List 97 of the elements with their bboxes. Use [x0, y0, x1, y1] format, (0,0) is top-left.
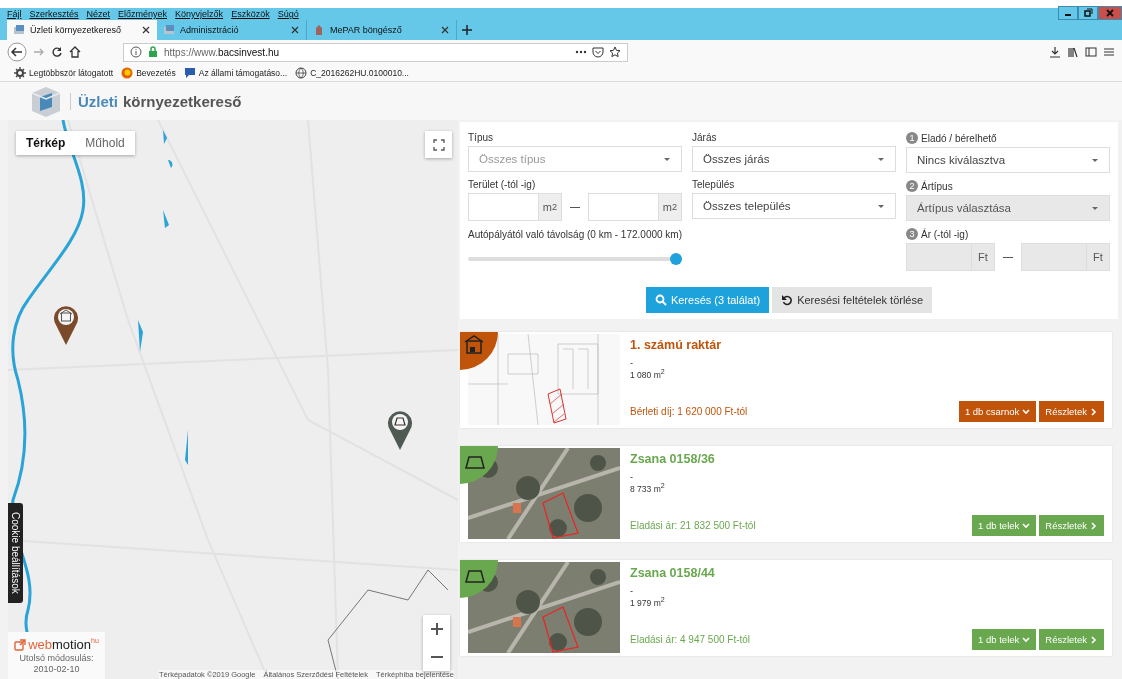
result-price: Eladási ár: 21 832 500 Ft-tól	[630, 520, 757, 531]
chevron-down-icon	[1022, 521, 1031, 530]
chat-icon	[183, 66, 196, 79]
bookmark-link[interactable]: Legtöbbször látogatott	[14, 66, 114, 79]
step-number: 1	[906, 132, 918, 144]
field-label: Település	[692, 179, 735, 190]
search-icon	[654, 294, 667, 306]
brand-logo[interactable]: webmotion$^{hu}$	[28, 637, 99, 652]
site-title: Üzleti	[78, 92, 118, 110]
menu-item[interactable]: Fájl	[7, 9, 22, 19]
map-type-tab[interactable]: Műhold	[75, 131, 135, 155]
gear-icon	[14, 66, 26, 79]
chevron-right-icon	[1090, 521, 1098, 530]
map-type-tab[interactable]: Térkép	[16, 131, 76, 155]
library-icon[interactable]	[1067, 46, 1079, 58]
cube-icon	[163, 24, 175, 36]
result-price: Bérleti díj: 1 620 000 Ft-tól	[630, 406, 749, 417]
result-area: 1 979 m$^{2}$	[630, 596, 1104, 608]
chevron-down-icon	[1022, 635, 1031, 644]
caret-icon	[877, 202, 885, 210]
building-icon	[313, 24, 325, 36]
menu-item[interactable]: Előzmények	[118, 9, 168, 19]
undo-icon	[781, 294, 794, 306]
details-button[interactable]: Részletek	[1039, 401, 1104, 422]
fullscreen-button[interactable]	[425, 131, 452, 158]
restore-button[interactable]	[1078, 6, 1098, 20]
info-icon[interactable]	[130, 46, 142, 58]
close-icon[interactable]	[440, 25, 450, 35]
caret-icon	[877, 155, 885, 163]
reset-button[interactable]: Keresési feltételek törlése	[772, 287, 933, 313]
select-field[interactable]: Összes település	[692, 193, 896, 219]
site-title: környezetkereső	[123, 92, 242, 110]
units-dropdown-button[interactable]: 1 db csarnok	[958, 401, 1037, 422]
slider-track[interactable]	[468, 253, 682, 265]
menu-item[interactable]: Szerkesztés	[29, 9, 79, 19]
map-pin-icon[interactable]	[386, 410, 414, 450]
result-area: 1 080 m$^{2}$	[630, 368, 1104, 380]
chevron-down-icon	[1022, 407, 1031, 416]
home-icon[interactable]	[69, 46, 81, 58]
sidebar-icon[interactable]	[1085, 46, 1097, 58]
caret-icon	[1091, 204, 1099, 212]
field-label: Terület (-tól -ig)	[468, 179, 536, 190]
zoom-out-button[interactable]	[423, 643, 450, 671]
result-price: Eladási ár: 4 947 500 Ft-tól	[630, 634, 752, 645]
chevron-right-icon	[1090, 407, 1098, 416]
minimize-button[interactable]	[1058, 6, 1078, 20]
cookie-settings-tab[interactable]: Cookie beállítások	[8, 503, 23, 603]
select-field[interactable]: Összes járás	[692, 146, 896, 172]
slider-thumb[interactable]	[670, 253, 682, 265]
download-icon[interactable]	[1049, 46, 1061, 58]
result-area: 8 733 m$^{2}$	[630, 482, 1104, 494]
close-icon[interactable]	[141, 25, 151, 35]
field-label: Járás	[692, 132, 717, 143]
bookmark-link[interactable]: Bevezetés	[121, 66, 176, 79]
field-label: Ár (-tól -ig)	[921, 228, 969, 240]
plus-icon[interactable]	[461, 24, 473, 36]
bookmark-link[interactable]: Az állami támogatáso...	[183, 66, 288, 79]
close-button[interactable]	[1098, 6, 1122, 20]
caret-icon	[1091, 156, 1099, 164]
field-label: Ártípus	[921, 180, 953, 192]
bookmark-link[interactable]: C_2016262HU.0100010...	[295, 66, 409, 79]
step-number: 3	[906, 228, 918, 240]
menu-item[interactable]: Nézet	[86, 9, 111, 19]
address-bar[interactable]: https://www.bacsinvest.hu	[123, 42, 628, 62]
browser-tab[interactable]: Üzleti környezetkereső	[7, 20, 157, 40]
field-label: Eladó / bérelhető	[921, 132, 997, 144]
menu-item[interactable]: Súgó	[277, 9, 299, 19]
cube-icon	[13, 24, 25, 36]
result-subtitle: -	[630, 586, 634, 596]
back-icon[interactable]	[7, 42, 27, 62]
cube-logo-icon	[30, 85, 62, 117]
chevron-right-icon	[1090, 635, 1098, 644]
step-number: 2	[906, 180, 918, 192]
reload-icon[interactable]	[51, 46, 63, 58]
menu-item[interactable]: Eszközök	[231, 9, 270, 19]
menu-icon[interactable]	[1103, 46, 1115, 58]
select-field[interactable]: Nincs kiválasztva	[906, 147, 1110, 173]
external-link-icon	[14, 638, 27, 651]
field-label: Autópályától való távolság (0 km - 172.0000 km)	[468, 229, 682, 240]
close-icon[interactable]	[290, 25, 300, 35]
modified-label: Utolsó módosulás:	[19, 653, 94, 663]
pocket-icon[interactable]	[592, 46, 604, 58]
restore-icon	[1083, 8, 1093, 18]
menu-item[interactable]: Könyvjelzők	[175, 9, 224, 19]
field-label: Típus	[468, 132, 493, 143]
map-pin-icon[interactable]	[52, 305, 80, 345]
plus-icon	[429, 622, 444, 636]
close-icon	[1105, 8, 1115, 18]
result-subtitle: -	[630, 358, 634, 368]
lock-icon[interactable]	[147, 46, 159, 58]
modified-date: 2010-02-10	[33, 664, 80, 674]
fullscreen-icon	[432, 138, 445, 151]
result-title[interactable]: 1. számú raktár	[630, 338, 1104, 352]
result-subtitle: -	[630, 472, 634, 482]
caret-icon	[663, 155, 671, 163]
zoom-in-button[interactable]	[423, 615, 450, 643]
star-icon[interactable]	[609, 46, 621, 58]
